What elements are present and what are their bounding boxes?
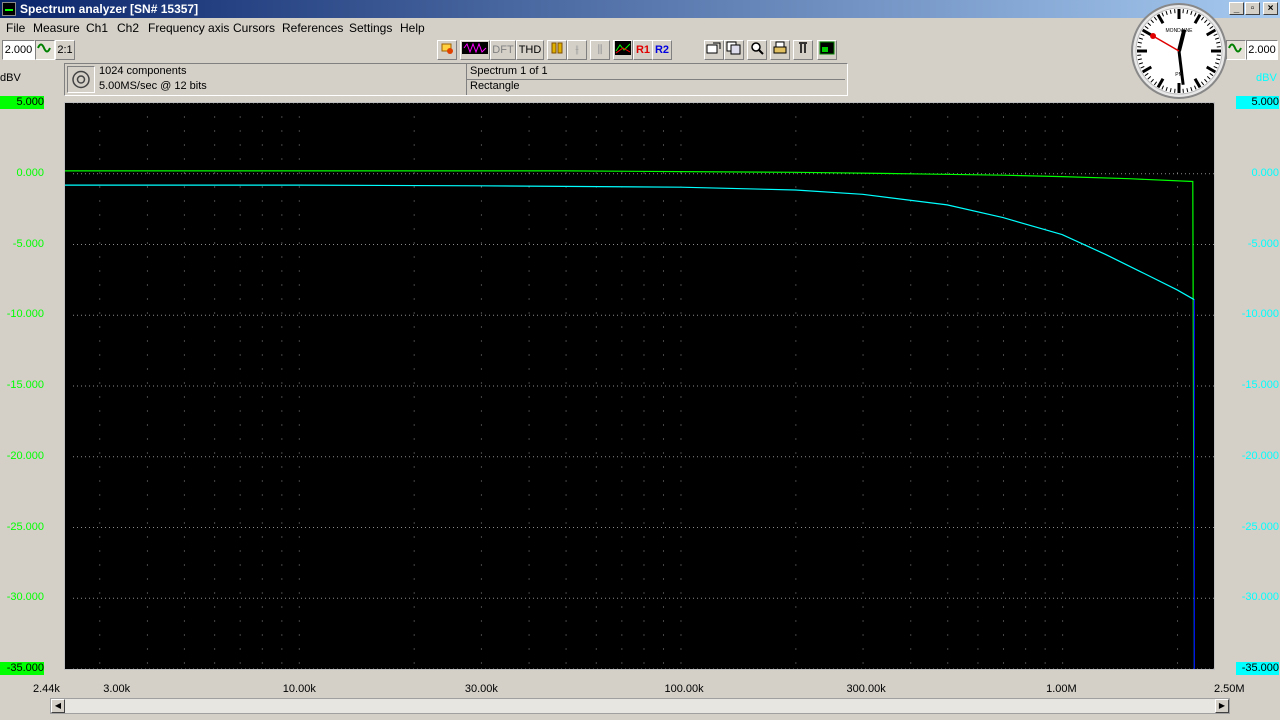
left-tick-label: -20.000 xyxy=(6,449,44,462)
left-unit-label: dBV xyxy=(0,72,21,84)
right-tick-label: -25.000 xyxy=(1241,520,1279,533)
zoom-icon[interactable] xyxy=(747,40,767,60)
marker-icon[interactable] xyxy=(793,40,813,60)
grid-dots xyxy=(73,102,1214,670)
x-tick-label: 30.00k xyxy=(464,683,498,695)
record-icon[interactable] xyxy=(437,40,457,60)
x-tick-label: 2.50M xyxy=(1214,683,1245,695)
left-tick-label: 0.000 xyxy=(16,166,44,179)
menu-frequency-axis[interactable]: Frequency axis xyxy=(148,21,229,35)
x-tick-label: 10.00k xyxy=(282,683,316,695)
print-icon[interactable] xyxy=(770,40,790,60)
right-tick-label: -30.000 xyxy=(1241,591,1279,604)
average-icon[interactable]: ⫼ xyxy=(590,40,610,60)
copy-icon[interactable] xyxy=(724,40,744,60)
info-bar: 1024 components 5.00MS/sec @ 12 bits Spe… xyxy=(64,63,848,96)
menu-bar: File Measure Ch1 Ch2 Frequency axis Curs… xyxy=(0,18,1280,38)
menu-settings[interactable]: Settings xyxy=(349,21,392,35)
spectrum-chart xyxy=(65,102,1214,670)
title-bar: Spectrum analyzer [SN# 15357] _ ▫ × xyxy=(0,0,1280,18)
menu-ch1[interactable]: Ch1 xyxy=(86,21,108,35)
clock-widget: MONDAINE PM xyxy=(1130,2,1228,100)
right-axis: dBV 5.000 0.000 -5.000 -10.000 -15.000 -20.00… xyxy=(1216,0,1280,720)
window-layout-icon[interactable] xyxy=(817,40,837,60)
right-tick-label: 5.000 xyxy=(1236,96,1279,109)
right-tick-label: -10.000 xyxy=(1241,308,1279,321)
pause-icon[interactable] xyxy=(547,40,567,60)
right-tick-label: 0.000 xyxy=(1251,166,1279,179)
single-shot-icon[interactable]: ⫲ xyxy=(567,40,587,60)
target-icon[interactable] xyxy=(67,66,95,93)
clock-brand: MONDAINE xyxy=(1166,28,1194,34)
x-tick-label: 1.00M xyxy=(1046,683,1077,695)
menu-references[interactable]: References xyxy=(282,21,343,35)
left-tick-label: -30.000 xyxy=(6,591,44,604)
ch-display-icon[interactable] xyxy=(613,40,633,60)
left-axis: dBV 5.000 0.000 -5.000 -10.000 -15.000 -20.00… xyxy=(0,0,64,720)
spectrum-info-panel: Spectrum 1 of 1 Rectangle xyxy=(466,64,847,95)
scroll-left-icon[interactable]: ◀ xyxy=(51,699,65,713)
horizontal-scrollbar[interactable]: ◀ ▶ xyxy=(50,698,1230,714)
thd-button[interactable]: THD xyxy=(516,40,544,60)
clock-second-dot xyxy=(1150,33,1157,39)
x-tick-label: 2.44k xyxy=(33,683,60,695)
series-line-1 xyxy=(65,170,1195,670)
left-tick-label: -15.000 xyxy=(6,379,44,391)
toolbar: 2.000 2:1 DFT THD ⫲ ⫼ R1 R2 2.000 xyxy=(0,38,1280,63)
export-icon[interactable] xyxy=(704,40,724,60)
reference-r1-button[interactable]: R1 xyxy=(633,40,653,60)
right-tick-label: -5.000 xyxy=(1247,237,1279,250)
grid-dot-path xyxy=(73,102,1214,670)
menu-cursors[interactable]: Cursors xyxy=(233,21,275,35)
left-tick-label: -35.000 xyxy=(0,662,44,675)
menu-ch2[interactable]: Ch2 xyxy=(117,21,139,35)
left-tick-label: -10.000 xyxy=(6,308,44,321)
reference-r2-button[interactable]: R2 xyxy=(652,40,672,60)
dft-button[interactable]: DFT xyxy=(490,40,516,60)
spectrum-index-label: Spectrum 1 of 1 xyxy=(470,65,548,77)
series-line-2 xyxy=(65,184,1195,301)
sample-rate-label: 5.00MS/sec @ 12 bits xyxy=(99,80,207,92)
x-tick-label: 100.00k xyxy=(664,683,704,695)
window-function-label: Rectangle xyxy=(470,80,520,92)
right-tick-label: -15.000 xyxy=(1241,379,1279,391)
menu-help[interactable]: Help xyxy=(400,21,425,35)
x-tick-label: 300.00k xyxy=(846,683,886,695)
info-divider xyxy=(467,79,845,80)
right-tick-label: -35.000 xyxy=(1236,662,1279,675)
scroll-right-icon[interactable]: ▶ xyxy=(1215,699,1229,713)
spectrum-plot[interactable] xyxy=(64,102,1215,670)
left-tick-label: -25.000 xyxy=(6,520,44,533)
components-label: 1024 components xyxy=(99,65,187,77)
scope-icon[interactable] xyxy=(460,40,490,60)
right-unit-label: dBV xyxy=(1256,72,1277,84)
right-tick-label: -20.000 xyxy=(1241,449,1279,462)
left-tick-label: -5.000 xyxy=(12,237,44,250)
left-tick-label: 5.000 xyxy=(0,96,44,109)
x-tick-label: 3.00k xyxy=(103,683,131,695)
